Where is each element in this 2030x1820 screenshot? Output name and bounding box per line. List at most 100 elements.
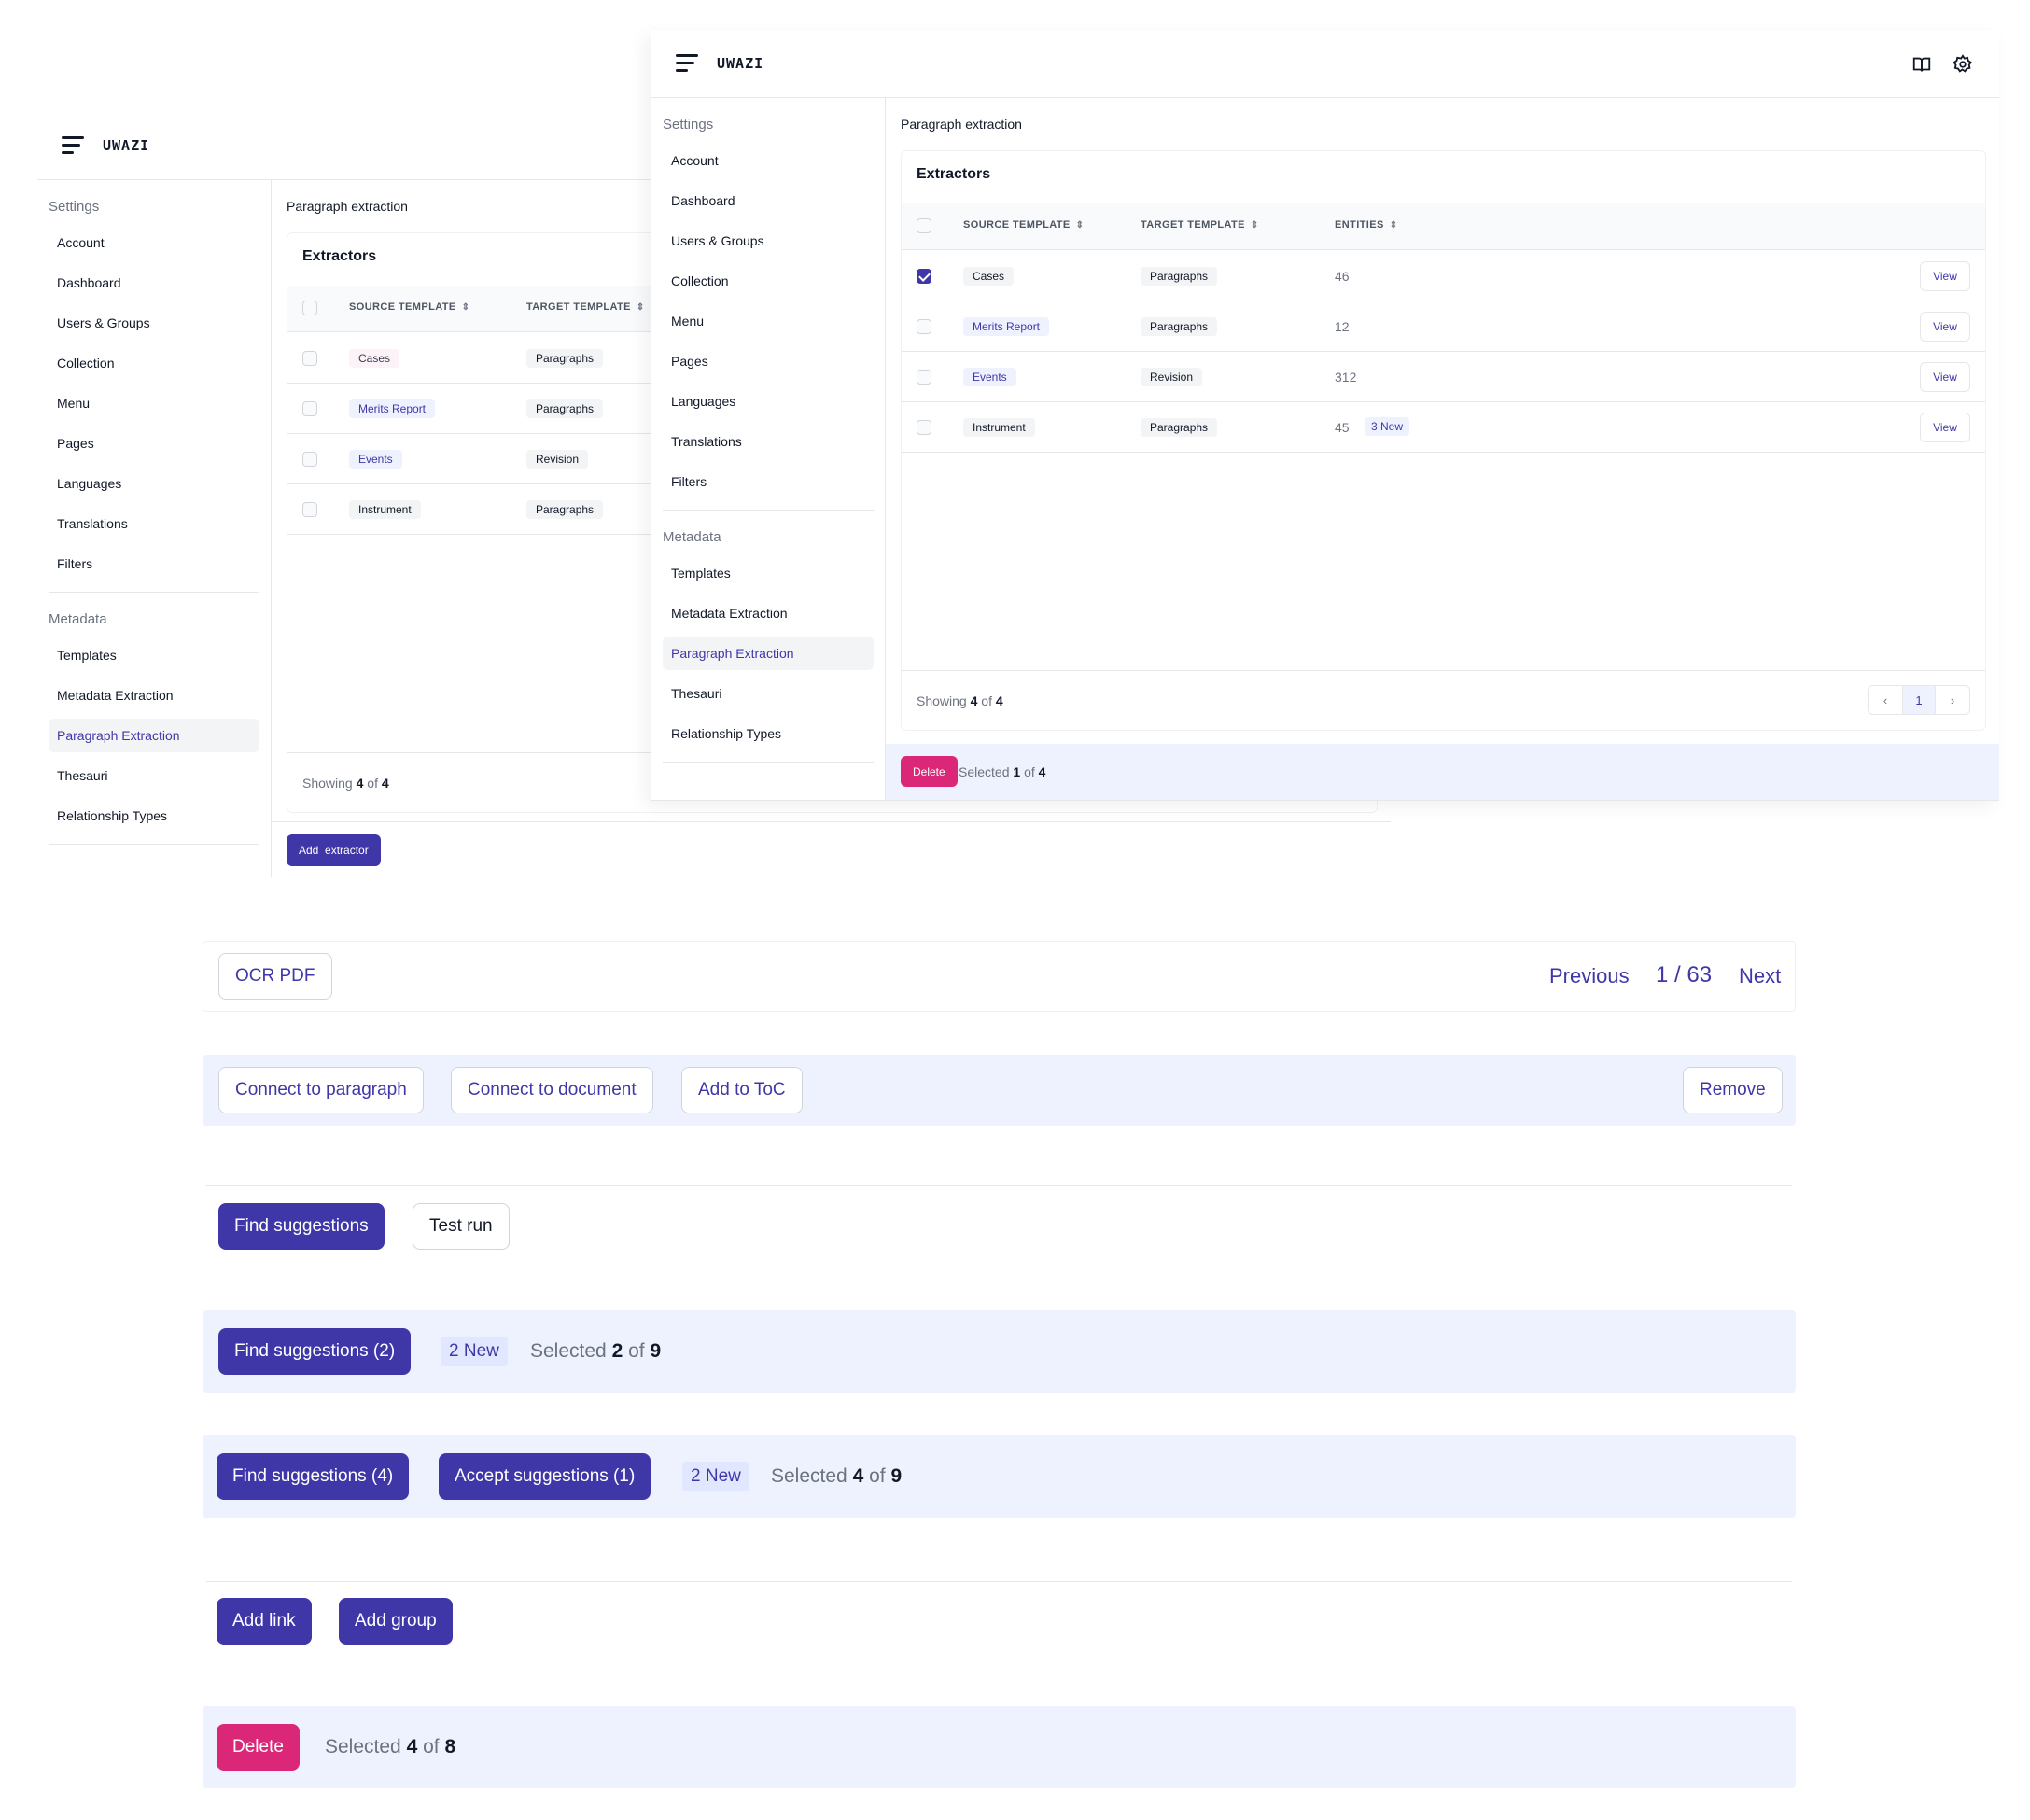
find-suggestions-button[interactable]: Find suggestions (218, 1203, 385, 1250)
add-link-button[interactable]: Add link (217, 1598, 312, 1645)
connect-to-paragraph-button[interactable]: Connect to paragraph (218, 1067, 424, 1113)
view-button[interactable]: View (1920, 362, 1970, 392)
menu-icon[interactable] (676, 54, 698, 73)
remove-button[interactable]: Remove (1683, 1067, 1783, 1113)
view-button[interactable]: View (1920, 312, 1970, 342)
sidebar-item-collection[interactable]: Collection (49, 346, 259, 380)
row-checkbox[interactable] (917, 420, 931, 435)
sidebar-item-users-groups[interactable]: Users & Groups (49, 306, 259, 340)
app-header: UWAZI (651, 30, 1999, 98)
column-header-source-template[interactable]: SOURCE TEMPLATE ⇕ (963, 219, 1084, 231)
gear-icon[interactable] (1953, 54, 1973, 75)
add-to-toc-button[interactable]: Add to ToC (681, 1067, 803, 1113)
sidebar-item-account[interactable]: Account (49, 226, 259, 259)
column-header-target-template[interactable]: TARGET TEMPLATE ⇕ (526, 301, 645, 313)
row-checkbox[interactable] (917, 319, 931, 334)
target-template-pill: Revision (1141, 368, 1203, 386)
sidebar-item-metadata-extraction[interactable]: Metadata Extraction (49, 679, 259, 712)
find-suggestions-button[interactable]: Find suggestions (4) (217, 1453, 410, 1500)
select-all-checkbox[interactable] (302, 301, 317, 315)
select-all-checkbox[interactable] (917, 218, 931, 233)
sidebar-item-templates[interactable]: Templates (663, 556, 874, 590)
sidebar-item-languages[interactable]: Languages (663, 385, 874, 418)
card-title: Extractors (917, 166, 991, 182)
sidebar-item-thesauri[interactable]: Thesauri (49, 759, 259, 792)
divider (206, 1185, 1792, 1186)
sidebar-item-translations[interactable]: Translations (49, 507, 259, 540)
table-row[interactable]: Instrument Paragraphs 45 3 New View (902, 402, 1985, 453)
app-logo[interactable]: UWAZI (717, 55, 763, 72)
sidebar-divider (663, 510, 874, 511)
sidebar-item-paragraph-extraction[interactable]: Paragraph Extraction (49, 719, 259, 752)
selected-total: 4 (1038, 764, 1046, 779)
table-row[interactable]: Cases Paragraphs 46 View (902, 251, 1985, 301)
sidebar-item-dashboard[interactable]: Dashboard (49, 266, 259, 300)
target-template-pill: Paragraphs (1141, 317, 1218, 336)
sidebar-item-filters[interactable]: Filters (49, 547, 259, 581)
previous-page-link[interactable]: Previous (1549, 964, 1630, 988)
sidebar-item-menu[interactable]: Menu (663, 304, 874, 338)
sort-icon[interactable]: ⇕ (1076, 220, 1085, 231)
selected-number: 4 (406, 1736, 418, 1757)
delete-button[interactable]: Delete (901, 756, 958, 787)
find-suggestions-button[interactable]: Find suggestions (2) (218, 1328, 412, 1375)
row-checkbox[interactable] (917, 370, 931, 385)
row-checkbox[interactable] (302, 351, 317, 366)
sort-icon[interactable]: ⇕ (637, 302, 645, 313)
ocr-pdf-button[interactable]: OCR PDF (218, 953, 332, 1000)
selected-number: 2 (611, 1340, 623, 1362)
sidebar-item-templates[interactable]: Templates (49, 638, 259, 672)
table-row[interactable]: Events Revision 312 View (902, 352, 1985, 402)
sidebar-item-translations[interactable]: Translations (663, 425, 874, 458)
sidebar-item-thesauri[interactable]: Thesauri (663, 677, 874, 710)
selection-action-bar: Delete Selected 1 of 4 (886, 744, 1999, 800)
add-extractor-button[interactable]: Add extractor (287, 834, 381, 866)
source-template-pill: Merits Report (349, 399, 436, 418)
row-checkbox[interactable] (302, 452, 317, 467)
next-page-link[interactable]: Next (1739, 964, 1781, 988)
sidebar-item-paragraph-extraction[interactable]: Paragraph Extraction (663, 637, 874, 670)
chevron-right-icon[interactable]: › (1936, 686, 1969, 714)
row-checkbox[interactable] (302, 502, 317, 517)
sidebar-item-languages[interactable]: Languages (49, 467, 259, 500)
sidebar-item-collection[interactable]: Collection (663, 264, 874, 298)
sidebar-item-pages[interactable]: Pages (663, 344, 874, 378)
accept-suggestions-button[interactable]: Accept suggestions (1) (439, 1453, 651, 1500)
chevron-left-icon[interactable]: ‹ (1869, 686, 1902, 714)
target-template-pill: Paragraphs (1141, 418, 1218, 437)
page-number-current[interactable]: 1 (1902, 686, 1936, 714)
book-icon[interactable] (1911, 54, 1932, 75)
suggestions-selection-bar: Find suggestions (2) 2 New Selected 2 of… (203, 1310, 1796, 1393)
sidebar-item-menu[interactable]: Menu (49, 386, 259, 420)
sort-icon[interactable]: ⇕ (462, 302, 470, 313)
sidebar-item-pages[interactable]: Pages (49, 427, 259, 460)
row-checkbox-checked[interactable] (917, 269, 931, 284)
column-header-target-template[interactable]: TARGET TEMPLATE ⇕ (1141, 219, 1259, 231)
delete-button[interactable]: Delete (217, 1724, 300, 1771)
sidebar-item-dashboard[interactable]: Dashboard (663, 184, 874, 217)
connection-toolbar: Connect to paragraph Connect to document… (203, 1055, 1796, 1126)
sort-icon[interactable]: ⇕ (1390, 220, 1398, 231)
sidebar-item-relationship-types[interactable]: Relationship Types (663, 717, 874, 750)
app-window-foreground: UWAZI Settings Account Dashboard Users &… (651, 30, 1999, 801)
sidebar-item-account[interactable]: Account (663, 144, 874, 177)
add-group-button[interactable]: Add group (339, 1598, 453, 1645)
sidebar-item-users-groups[interactable]: Users & Groups (663, 224, 874, 258)
app-logo[interactable]: UWAZI (103, 137, 149, 154)
column-header-entities[interactable]: ENTITIES ⇕ (1335, 219, 1398, 231)
sidebar-item-relationship-types[interactable]: Relationship Types (49, 799, 259, 833)
selected-of: of (869, 1465, 886, 1487)
target-template-pill: Paragraphs (526, 349, 604, 368)
showing-total: 4 (995, 693, 1003, 708)
row-checkbox[interactable] (302, 401, 317, 416)
sidebar-item-metadata-extraction[interactable]: Metadata Extraction (663, 596, 874, 630)
sidebar-item-filters[interactable]: Filters (663, 465, 874, 498)
connect-to-document-button[interactable]: Connect to document (451, 1067, 653, 1113)
menu-icon[interactable] (62, 136, 84, 155)
sort-icon[interactable]: ⇕ (1251, 220, 1259, 231)
test-run-button[interactable]: Test run (413, 1203, 510, 1250)
view-button[interactable]: View (1920, 261, 1970, 291)
column-header-source-template[interactable]: SOURCE TEMPLATE ⇕ (349, 301, 469, 313)
table-row[interactable]: Merits Report Paragraphs 12 View (902, 301, 1985, 352)
view-button[interactable]: View (1920, 413, 1970, 442)
